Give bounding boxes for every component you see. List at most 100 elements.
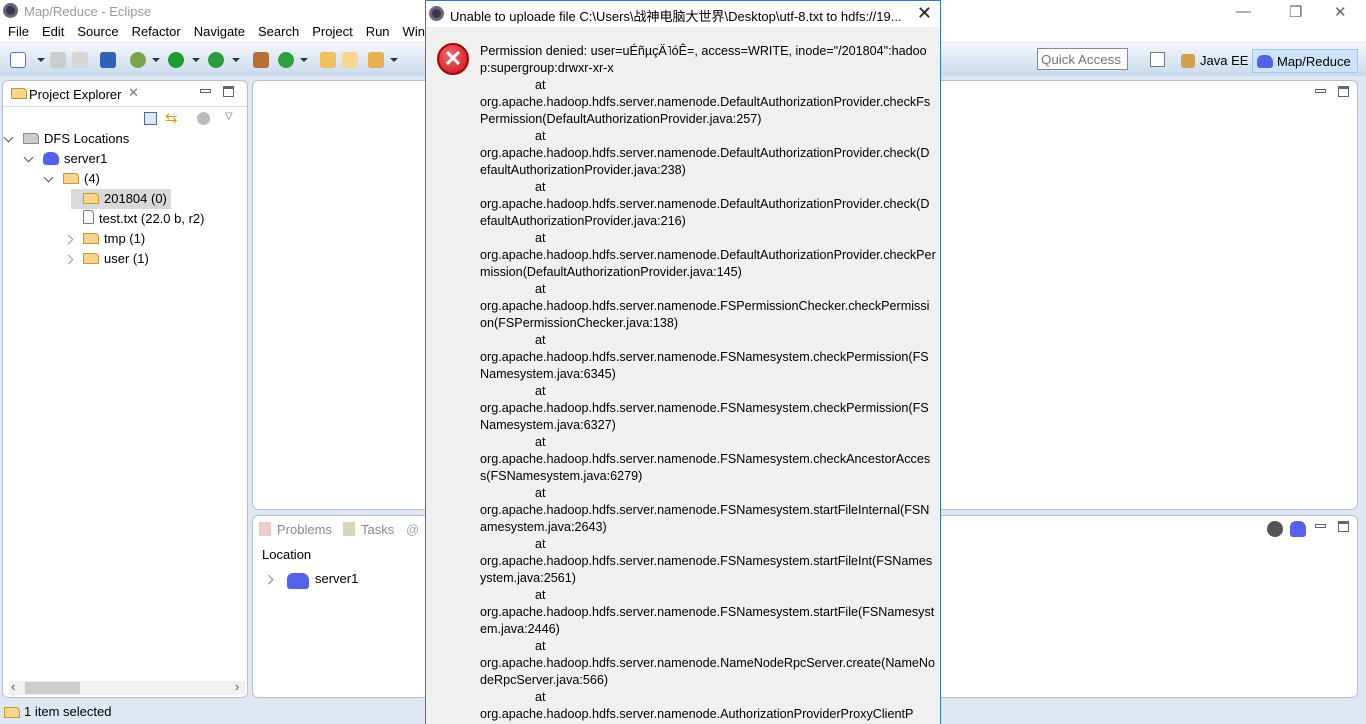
run-dropdown[interactable] <box>192 58 200 62</box>
project-explorer-tab[interactable]: Project Explorer ✕ <box>3 81 247 107</box>
run-icon[interactable] <box>168 52 184 68</box>
elephant-icon <box>43 152 59 165</box>
error-summary: Permission denied: user=uÉñµçÄ˥óÊ=, acce… <box>480 44 927 75</box>
tasks-icon <box>343 522 355 536</box>
eclipse-icon <box>3 3 18 18</box>
console-icon[interactable] <box>100 52 116 68</box>
minimize-view-icon[interactable] <box>200 89 211 93</box>
collapse-chevron-icon[interactable] <box>23 152 34 163</box>
stack-frame: org.apache.hadoop.hdfs.server.namenode.D… <box>480 146 930 177</box>
tree-item-label: tmp (1) <box>104 231 146 246</box>
new-icon[interactable] <box>10 52 26 68</box>
new-class-icon[interactable] <box>278 52 294 68</box>
new-dropdown[interactable] <box>37 58 45 62</box>
tree-item[interactable]: test.txt (22.0 b, r2) <box>71 209 205 229</box>
menu-file[interactable]: File <box>8 22 29 42</box>
expand-chevron-icon[interactable] <box>263 574 274 585</box>
column-header-location[interactable]: Location <box>262 547 311 562</box>
menu-navigate[interactable]: Navigate <box>194 22 245 42</box>
expand-chevron-icon[interactable] <box>63 234 74 245</box>
horizontal-scrollbar[interactable]: ‹ › <box>9 679 245 695</box>
location-label: server1 <box>315 571 359 586</box>
project-explorer-panel: Project Explorer ✕ ⇆ ▽ DFS Locations serv… <box>2 80 248 698</box>
scrollbar-thumb[interactable] <box>25 682 80 694</box>
collapse-all-icon[interactable] <box>144 112 157 125</box>
stack-at: at <box>535 435 546 449</box>
stack-frame: org.apache.hadoop.hdfs.server.namenode.F… <box>480 350 929 381</box>
minimize-editor-icon[interactable] <box>1315 89 1326 93</box>
project-explorer-icon <box>11 88 27 99</box>
close-button[interactable]: ✕ <box>1334 3 1347 21</box>
dialog-close-button[interactable]: ✕ <box>917 3 932 24</box>
menu-refactor[interactable]: Refactor <box>132 22 181 42</box>
tab-javadoc[interactable]: @ <box>406 522 419 537</box>
tree-item[interactable]: user (1) <box>63 249 149 269</box>
tab-tasks[interactable]: Tasks <box>361 522 394 537</box>
tree-item[interactable]: server1 <box>23 149 107 169</box>
folder-icon <box>4 707 20 718</box>
save-all-icon[interactable] <box>72 52 88 68</box>
new-location-icon[interactable] <box>1290 521 1306 537</box>
collapse-chevron-icon[interactable] <box>3 132 14 143</box>
search-dropdown[interactable] <box>390 58 398 62</box>
folder-icon <box>63 173 79 184</box>
perspective-label: Java EE <box>1200 53 1249 68</box>
external-tools-dropdown[interactable] <box>232 58 240 62</box>
tree-item[interactable]: 201804 (0) <box>71 189 171 209</box>
menu-edit[interactable]: Edit <box>42 22 64 42</box>
filter-icon[interactable] <box>197 112 210 125</box>
stack-frame: org.apache.hadoop.hdfs.server.namenode.A… <box>480 707 914 721</box>
stack-at: at <box>535 486 546 500</box>
gears-icon[interactable] <box>1267 521 1283 537</box>
maximize-view-icon[interactable] <box>1338 521 1349 532</box>
scroll-left-icon[interactable]: ‹ <box>11 679 15 694</box>
stack-at: at <box>535 588 546 602</box>
new-package-icon[interactable] <box>253 52 269 68</box>
link-with-editor-icon[interactable]: ⇆ <box>165 109 178 127</box>
tree-item[interactable]: (4) <box>43 169 100 189</box>
view-menu-icon[interactable]: ▽ <box>225 111 233 122</box>
menu-search[interactable]: Search <box>258 22 299 42</box>
new-class-dropdown[interactable] <box>300 58 308 62</box>
stack-at: at <box>535 537 546 551</box>
close-tab-icon[interactable]: ✕ <box>128 85 139 101</box>
debug-icon[interactable] <box>130 52 146 68</box>
restore-button[interactable]: ❐ <box>1289 3 1302 21</box>
tree-item[interactable]: tmp (1) <box>63 229 146 249</box>
perspective-java-ee[interactable]: Java EE <box>1176 49 1254 73</box>
open-type-icon[interactable] <box>320 52 336 68</box>
tree-item-label: DFS Locations <box>44 131 130 146</box>
expand-chevron-icon[interactable] <box>63 254 74 265</box>
open-perspective-icon[interactable] <box>1150 52 1165 67</box>
menu-run[interactable]: Run <box>366 22 390 42</box>
tab-problems[interactable]: Problems <box>277 522 332 537</box>
stack-frame: org.apache.hadoop.hdfs.server.namenode.F… <box>480 554 933 585</box>
open-resource-icon[interactable] <box>342 52 358 68</box>
menu-project[interactable]: Project <box>312 22 352 42</box>
java-ee-icon <box>1181 54 1195 68</box>
dfs-icon <box>23 133 39 144</box>
maximize-editor-icon[interactable] <box>1338 86 1349 97</box>
collapse-chevron-icon[interactable] <box>43 172 54 183</box>
menu-source[interactable]: Source <box>77 22 118 42</box>
problems-icon <box>259 522 271 536</box>
scroll-right-icon[interactable]: › <box>235 679 239 694</box>
stack-frame: org.apache.hadoop.hdfs.server.namenode.D… <box>480 197 930 228</box>
tree-item-label: (4) <box>84 171 100 186</box>
status-text: 1 item selected <box>24 704 112 719</box>
debug-dropdown[interactable] <box>152 58 160 62</box>
save-icon[interactable] <box>50 52 66 68</box>
quick-access-input[interactable] <box>1037 48 1128 70</box>
external-tools-icon[interactable] <box>208 52 224 68</box>
dialog-titlebar: Unable to uploade file C:\Users\战神电脑大世界\… <box>426 1 940 27</box>
folder-icon <box>83 253 99 264</box>
perspective-map-reduce[interactable]: Map/Reduce <box>1252 49 1358 73</box>
minimize-button[interactable]: — <box>1236 3 1251 20</box>
stack-at: at <box>535 231 546 245</box>
search-icon[interactable] <box>368 52 384 68</box>
stack-frame: org.apache.hadoop.hdfs.server.namenode.F… <box>480 452 931 483</box>
maximize-view-icon[interactable] <box>223 86 234 97</box>
minimize-view-icon[interactable] <box>1315 524 1326 528</box>
tree-item[interactable]: DFS Locations <box>3 129 130 149</box>
tree-item-label: user (1) <box>104 251 149 266</box>
